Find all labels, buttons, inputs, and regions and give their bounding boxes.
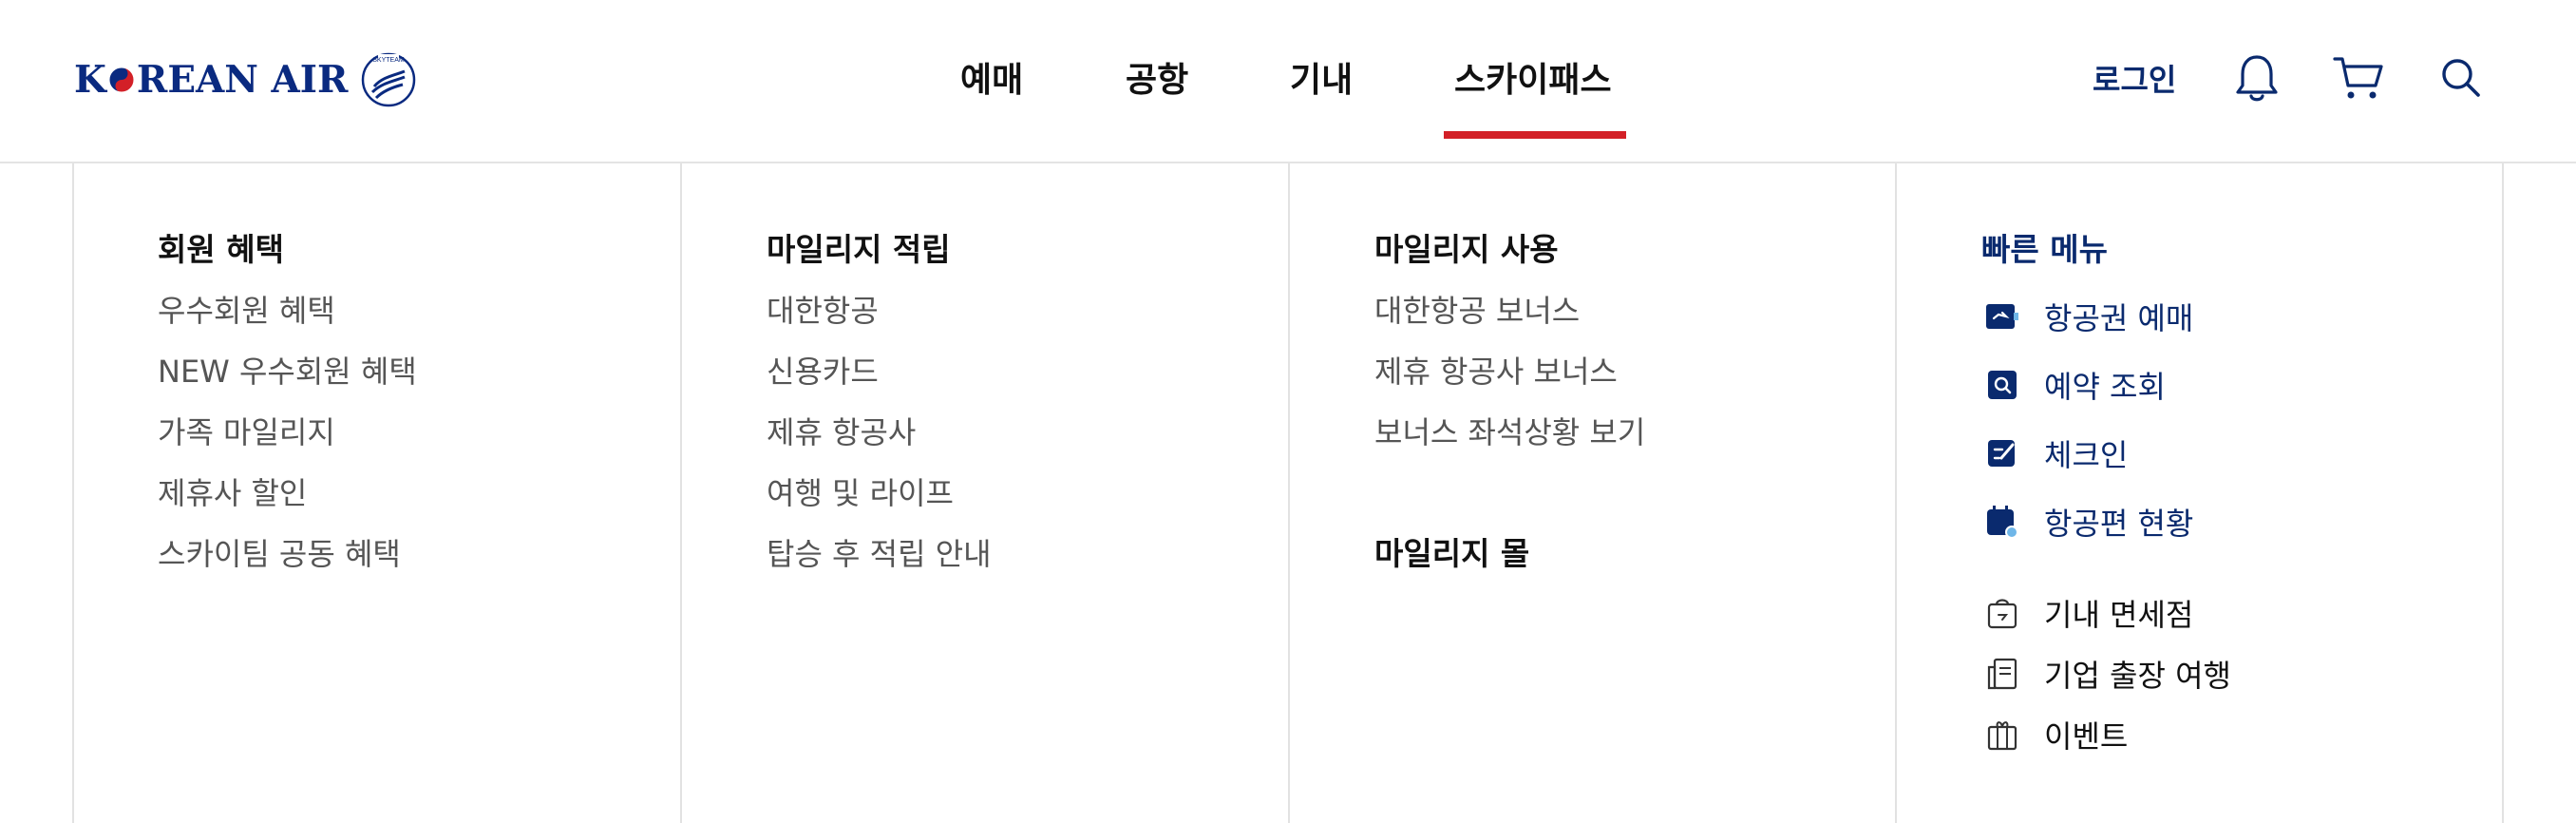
column-divider: [680, 163, 682, 823]
cart-button[interactable]: [2332, 51, 2385, 105]
menu-link[interactable]: 보너스 좌석상황 보기: [1374, 409, 1645, 452]
quick-link-checkin[interactable]: 체크인: [1985, 431, 2128, 475]
quick-link-label: 예약 조회: [2044, 369, 2166, 405]
column-divider: [1288, 163, 1290, 823]
quick-menu-title: 빠른 메뉴: [1981, 231, 2108, 268]
quick-link-label: 이벤트: [2044, 718, 2129, 755]
quick-link-label: 기업 출장 여행: [2044, 658, 2231, 694]
menu-link[interactable]: 대한항공 보너스: [1374, 287, 1580, 331]
reservation-search-icon: [1985, 368, 2019, 402]
active-nav-indicator: [1444, 131, 1626, 139]
quick-link-business-travel[interactable]: 기업 출장 여행: [1985, 652, 2231, 696]
document-icon: [1985, 657, 2019, 691]
login-link[interactable]: 로그인: [2093, 55, 2176, 105]
column-title: 마일리지 적립: [767, 231, 951, 268]
quick-link-reservation-lookup[interactable]: 예약 조회: [1985, 363, 2166, 407]
notifications-button[interactable]: [2230, 51, 2283, 105]
quick-link-label: 체크인: [2044, 437, 2129, 473]
quick-link-label: 항공권 예매: [2044, 300, 2194, 336]
bell-icon: [2236, 55, 2278, 102]
flight-status-icon: [1985, 505, 2019, 539]
nav-item-inflight[interactable]: 기내: [1290, 52, 1353, 109]
ticket-icon: [1985, 299, 2019, 334]
mileage-mall-link[interactable]: 마일리지 몰: [1374, 528, 1529, 574]
nav-item-booking[interactable]: 예매: [960, 52, 1023, 109]
site-header: K REAN AIR SKYTEAM 예매 공항 기내 스카이패스 로그인: [0, 0, 2576, 163]
shopping-bag-icon: [1985, 596, 2019, 630]
menu-link[interactable]: 가족 마일리지: [158, 409, 335, 452]
cart-icon: [2333, 57, 2383, 99]
menu-link[interactable]: 신용카드: [767, 348, 879, 392]
menu-link[interactable]: 대한항공: [767, 287, 879, 331]
column-title: 회원 혜택: [158, 231, 284, 268]
menu-link[interactable]: 탑승 후 적립 안내: [767, 530, 992, 574]
gift-icon: [1985, 718, 2019, 752]
quick-link-label: 기내 면세점: [2044, 597, 2194, 633]
quick-link-flight-status[interactable]: 항공편 현황: [1985, 500, 2193, 544]
checkin-icon: [1985, 436, 2019, 470]
menu-link[interactable]: 스카이팀 공동 혜택: [158, 530, 401, 574]
menu-link[interactable]: NEW 우수회원 혜택: [158, 348, 417, 392]
quick-link-book-ticket[interactable]: 항공권 예매: [1985, 295, 2193, 338]
menu-link[interactable]: 제휴 항공사: [767, 409, 916, 452]
quick-link-duty-free[interactable]: 기내 면세점: [1985, 591, 2193, 635]
nav-item-skypass[interactable]: 스카이패스: [1454, 52, 1612, 109]
column-title: 마일리지 사용: [1374, 231, 1559, 268]
column-divider: [1895, 163, 1897, 823]
nav-item-airport[interactable]: 공항: [1126, 52, 1188, 109]
menu-link[interactable]: 여행 및 라이프: [767, 469, 954, 513]
search-icon: [2442, 59, 2480, 97]
quick-link-label: 항공편 현황: [2044, 506, 2194, 542]
main-nav: 예매 공항 기내 스카이패스: [0, 0, 2576, 163]
menu-link[interactable]: 제휴사 할인: [158, 469, 307, 513]
menu-link[interactable]: 제휴 항공사 보너스: [1374, 348, 1618, 392]
search-button[interactable]: [2434, 51, 2488, 105]
quick-link-events[interactable]: 이벤트: [1985, 713, 2128, 756]
menu-link[interactable]: 우수회원 혜택: [158, 287, 335, 331]
